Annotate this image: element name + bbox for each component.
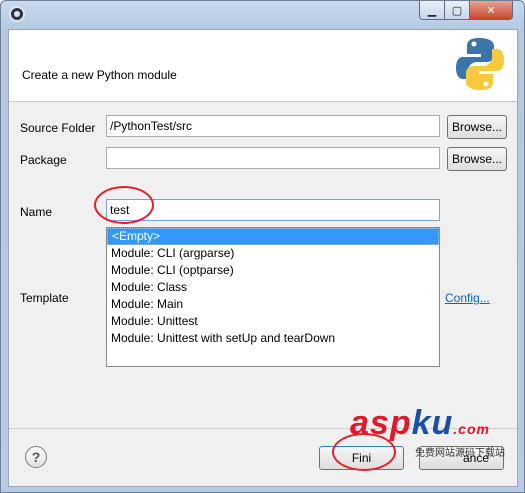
package-browse-button[interactable]: Browse... xyxy=(447,147,507,171)
source-folder-label: Source Folder xyxy=(20,121,96,135)
banner: Create a new Python module xyxy=(9,30,517,102)
template-label: Template xyxy=(20,291,69,305)
template-option[interactable]: Module: CLI (argparse) xyxy=(107,245,439,262)
banner-title: Create a new Python module xyxy=(22,68,177,82)
name-annotation-circle xyxy=(94,186,154,224)
source-folder-input[interactable] xyxy=(106,115,440,137)
template-config-link[interactable]: Config... xyxy=(445,291,490,305)
close-button[interactable]: ✕ xyxy=(469,1,513,20)
package-label: Package xyxy=(20,153,67,167)
template-option[interactable]: Module: Unittest xyxy=(107,313,439,330)
help-icon[interactable]: ? xyxy=(25,446,47,468)
template-option[interactable]: Module: Unittest with setUp and tearDown xyxy=(107,330,439,347)
name-input[interactable] xyxy=(106,199,440,221)
template-option[interactable]: Module: Main xyxy=(107,296,439,313)
template-list[interactable]: <Empty> Module: CLI (argparse) Module: C… xyxy=(106,227,440,367)
watermark-logo: aspku.com xyxy=(350,404,490,442)
python-logo-icon xyxy=(456,38,504,90)
watermark-subtitle: 免费网站源码下载站 xyxy=(415,448,505,459)
template-option[interactable]: Module: CLI (optparse) xyxy=(107,262,439,279)
package-input[interactable] xyxy=(106,147,440,169)
template-option[interactable]: <Empty> xyxy=(107,228,439,245)
source-folder-browse-button[interactable]: Browse... xyxy=(447,115,507,139)
template-option[interactable]: Module: Class xyxy=(107,279,439,296)
minimize-button[interactable]: ▁ xyxy=(419,1,445,20)
name-label: Name xyxy=(20,205,53,219)
maximize-button[interactable]: ▢ xyxy=(444,1,470,20)
app-icon xyxy=(9,6,25,22)
